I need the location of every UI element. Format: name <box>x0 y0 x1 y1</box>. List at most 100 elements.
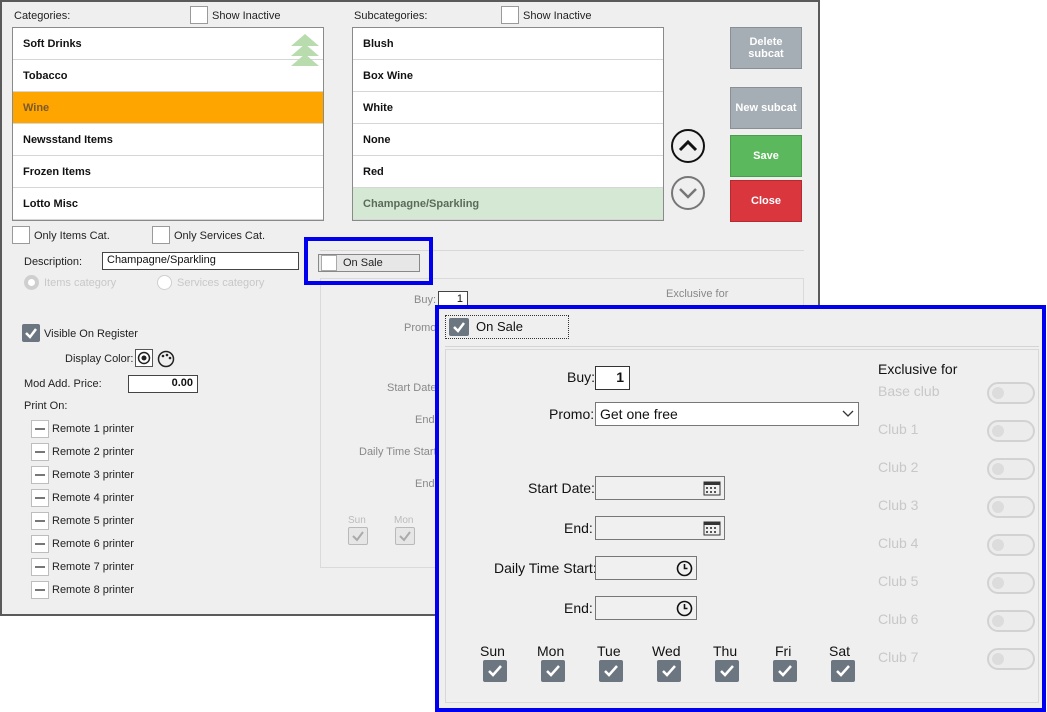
printer-checkbox[interactable] <box>31 535 49 553</box>
move-down-button[interactable] <box>671 176 705 210</box>
start-date-field[interactable] <box>595 476 725 500</box>
only-services-cat-checkbox[interactable] <box>152 226 170 244</box>
end-time-field[interactable] <box>595 596 697 620</box>
divider <box>445 346 1039 347</box>
categories-show-inactive-checkbox[interactable] <box>190 6 208 24</box>
items-category-label: Items category <box>44 277 117 289</box>
printer-label: Remote 5 printer <box>52 515 134 527</box>
category-item[interactable]: Lotto Misc <box>13 188 323 220</box>
color-palette-icon[interactable] <box>157 350 175 368</box>
club-label: Club 6 <box>878 611 919 627</box>
subcategory-item[interactable]: Red <box>353 156 663 188</box>
only-items-cat-checkbox[interactable] <box>12 226 30 244</box>
category-item[interactable]: Soft Drinks <box>13 28 323 60</box>
checkmark-icon <box>399 531 411 542</box>
checkmark-icon <box>546 665 560 677</box>
subcategories-list[interactable]: Blush Box Wine White None Red Champagne/… <box>352 27 664 221</box>
subcategory-item[interactable]: White <box>353 92 663 124</box>
subcategory-item-selected[interactable]: Champagne/Sparkling <box>353 188 663 220</box>
day-checkbox-small[interactable] <box>395 527 415 545</box>
calendar-icon[interactable] <box>703 480 721 496</box>
printer-checkbox[interactable] <box>31 420 49 438</box>
day-label-mon: Mon <box>537 643 565 659</box>
start-date-label-small: Start Date <box>387 382 437 394</box>
subcategories-show-inactive-checkbox[interactable] <box>501 6 519 24</box>
club-toggle[interactable] <box>987 458 1035 480</box>
category-item[interactable]: Tobacco <box>13 60 323 92</box>
exclusive-for-label-small: Exclusive for <box>666 288 729 300</box>
printer-checkbox[interactable] <box>31 489 49 507</box>
club-toggle[interactable] <box>987 610 1035 632</box>
printer-checkbox[interactable] <box>31 443 49 461</box>
promo-label: Promo: <box>549 406 595 422</box>
day-checkbox-tue[interactable] <box>599 660 623 682</box>
printer-label: Remote 3 printer <box>52 469 134 481</box>
mod-add-price-input[interactable]: 0.00 <box>128 375 198 393</box>
on-sale-label: On Sale <box>476 319 523 334</box>
club-toggle[interactable] <box>987 534 1035 556</box>
day-label-small: Mon <box>394 515 414 526</box>
categories-show-inactive-label: Show Inactive <box>212 10 281 22</box>
delete-subcat-button[interactable]: Delete subcat <box>730 27 802 69</box>
printer-checkbox[interactable] <box>31 558 49 576</box>
day-checkbox-wed[interactable] <box>657 660 681 682</box>
day-checkbox-sat[interactable] <box>831 660 855 682</box>
move-up-button[interactable] <box>671 129 705 163</box>
subcategory-item[interactable]: Box Wine <box>353 60 663 92</box>
close-button[interactable]: Close <box>730 180 802 222</box>
printer-label: Remote 7 printer <box>52 561 134 573</box>
buy-input[interactable]: 1 <box>595 366 630 390</box>
scroll-up-arrows-icon[interactable] <box>289 32 321 72</box>
club-toggle[interactable] <box>987 420 1035 442</box>
category-item[interactable]: Frozen Items <box>13 156 323 188</box>
clock-icon[interactable] <box>676 560 693 577</box>
services-category-label: Services category <box>177 277 265 289</box>
services-category-radio[interactable] <box>157 275 172 290</box>
club-label: Club 5 <box>878 573 919 589</box>
subcategory-item[interactable]: None <box>353 124 663 156</box>
checkmark-icon <box>662 665 676 677</box>
display-color-swatch[interactable] <box>135 349 153 367</box>
club-toggle[interactable] <box>987 648 1035 670</box>
category-item-selected[interactable]: Wine <box>13 92 323 124</box>
end-date-field[interactable] <box>595 516 725 540</box>
printer-label: Remote 1 printer <box>52 423 134 435</box>
only-services-cat-label: Only Services Cat. <box>174 230 266 242</box>
subcategory-item[interactable]: Blush <box>353 28 663 60</box>
visible-on-register-checkbox[interactable] <box>22 324 40 342</box>
day-label-small: Sun <box>348 515 366 526</box>
day-checkbox-small[interactable] <box>348 527 368 545</box>
day-checkbox-fri[interactable] <box>773 660 797 682</box>
category-item[interactable]: Newsstand Items <box>13 124 323 156</box>
items-category-radio[interactable] <box>24 275 39 290</box>
calendar-icon[interactable] <box>703 520 721 536</box>
club-label: Club 2 <box>878 459 919 475</box>
new-subcat-button[interactable]: New subcat <box>730 87 802 129</box>
club-label: Club 4 <box>878 535 919 551</box>
day-checkbox-mon[interactable] <box>541 660 565 682</box>
printer-label: Remote 6 printer <box>52 538 134 550</box>
on-sale-checkbox[interactable] <box>449 318 469 336</box>
chevron-up-icon <box>678 139 698 152</box>
printer-checkbox[interactable] <box>31 512 49 530</box>
printer-checkbox[interactable] <box>31 581 49 599</box>
end-date-label: End: <box>564 520 593 536</box>
daily-time-start-field[interactable] <box>595 556 697 580</box>
clock-icon[interactable] <box>676 600 693 617</box>
promo-select[interactable]: Get one free <box>595 402 859 426</box>
day-checkbox-thu[interactable] <box>715 660 739 682</box>
printer-checkbox[interactable] <box>31 466 49 484</box>
club-toggle[interactable] <box>987 382 1035 404</box>
mod-add-price-label: Mod Add. Price: <box>24 378 102 390</box>
printer-label: Remote 8 printer <box>52 584 134 596</box>
club-toggle[interactable] <box>987 496 1035 518</box>
club-toggle[interactable] <box>987 572 1035 594</box>
save-button[interactable]: Save <box>730 135 802 177</box>
day-checkbox-sun[interactable] <box>483 660 507 682</box>
on-sale-toggle[interactable]: On Sale <box>445 315 569 339</box>
sale-panel-zoomed: On Sale Buy: 1 Promo: Get one free Start… <box>435 305 1046 712</box>
description-input[interactable]: Champagne/Sparkling <box>102 252 299 270</box>
visible-on-register-label: Visible On Register <box>44 328 138 340</box>
categories-list[interactable]: Soft Drinks Tobacco Wine Newsstand Items… <box>12 27 324 221</box>
daily-time-start-label-small: Daily Time Start <box>359 446 437 458</box>
